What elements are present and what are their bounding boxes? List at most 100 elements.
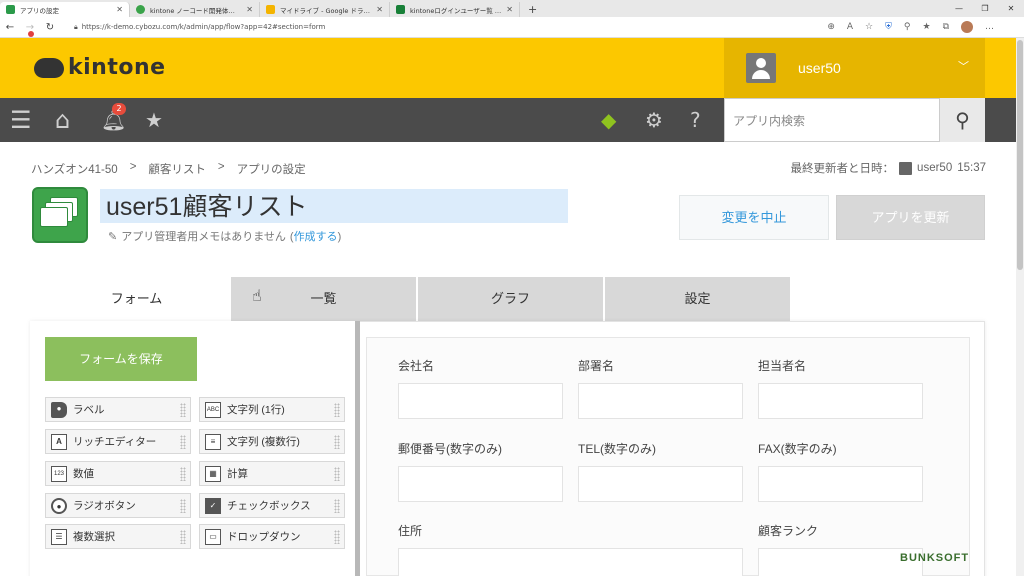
drag-handle-icon[interactable] <box>334 530 340 544</box>
close-tab-icon[interactable]: ✕ <box>376 5 383 14</box>
update-app-button[interactable]: アプリを更新 <box>836 195 985 240</box>
app-icon[interactable] <box>32 187 88 243</box>
field-label-fax: FAX(数字のみ) <box>758 442 837 456</box>
breadcrumb-separator: > <box>217 161 225 173</box>
zip-field[interactable] <box>398 466 563 502</box>
rank-field[interactable] <box>758 548 923 576</box>
user-icon <box>899 161 913 175</box>
hamburger-menu-icon[interactable]: ☰ <box>10 108 32 132</box>
shield-icon[interactable]: ⛨ <box>885 22 892 32</box>
favorite-star-icon[interactable]: ☆ <box>865 22 873 32</box>
field-label-contact: 担当者名 <box>758 359 807 373</box>
create-memo-link[interactable]: 作成する <box>294 231 338 243</box>
google-drive-favicon-icon <box>266 5 275 14</box>
cancel-changes-button[interactable]: 変更を中止 <box>679 195 829 240</box>
field-label-zip: 郵便番号(数字のみ) <box>398 442 502 456</box>
browser-toolbar-icons: ⊕ A ☆ ⛨ ⚲ ★ ⧉ … <box>827 21 994 33</box>
help-icon[interactable]: ? <box>690 108 701 132</box>
google-sheets-favicon-icon <box>396 5 405 14</box>
palette-item-dropdown[interactable]: ▭ ドロップダウン <box>199 524 345 549</box>
zoom-icon[interactable]: ⊕ <box>827 22 835 32</box>
home-icon[interactable]: ⌂ <box>55 108 70 132</box>
tab-settings[interactable]: 設定 <box>605 277 790 321</box>
recording-indicator <box>28 31 34 37</box>
kintone-favicon-icon <box>136 5 145 14</box>
calculator-icon: ▦ <box>205 465 221 482</box>
close-tab-icon[interactable]: ✕ <box>246 5 253 14</box>
browser-tab-google-sheets[interactable]: kintoneログインユーザー覧 - Google ✕ <box>390 2 520 17</box>
gear-icon[interactable]: ⚙ <box>645 108 663 132</box>
drag-handle-icon[interactable] <box>180 530 186 544</box>
kintone-logo[interactable]: kintone <box>34 55 166 80</box>
drag-handle-icon[interactable] <box>334 435 340 449</box>
last-updated-info: 最終更新者と日時： user50 15:37 <box>790 161 986 175</box>
company-field[interactable] <box>398 383 563 419</box>
browser-tab-handson[interactable]: kintone ノーコード開発体験ハンズオン ✕ <box>130 2 260 17</box>
beginner-guide-icon[interactable]: ◆ <box>601 108 616 132</box>
collections-icon[interactable]: ⧉ <box>943 22 949 32</box>
save-form-button[interactable]: フォームを保存 <box>45 337 197 381</box>
tab-graph[interactable]: グラフ <box>418 277 603 321</box>
search-button[interactable]: ⚲ <box>940 98 985 142</box>
field-label-tel: TEL(数字のみ) <box>578 442 657 456</box>
favorites-icon[interactable]: ★ <box>922 22 930 32</box>
field-label-department: 部署名 <box>578 359 615 373</box>
kintone-favicon-icon <box>6 5 15 14</box>
maximize-icon[interactable]: ❐ <box>972 0 998 17</box>
last-updated-user[interactable]: user50 <box>917 162 952 174</box>
drag-handle-icon[interactable] <box>334 467 340 481</box>
menu-dots-icon[interactable]: … <box>985 22 994 32</box>
drag-handle-icon[interactable] <box>180 467 186 481</box>
cloud-logo-icon <box>34 57 64 78</box>
settings-tabs: フォーム 一覧 グラフ 設定 <box>44 277 790 321</box>
tab-form[interactable]: フォーム <box>44 277 229 321</box>
breadcrumb-app[interactable]: 顧客リスト <box>148 161 206 177</box>
read-aloud-icon[interactable]: A <box>847 22 853 32</box>
palette-item-multi-select[interactable]: ☰ 複数選択 <box>45 524 191 549</box>
tel-field[interactable] <box>578 466 743 502</box>
drag-handle-icon[interactable] <box>334 499 340 513</box>
rich-text-icon: A <box>51 433 67 450</box>
new-tab-button[interactable]: + <box>520 2 545 17</box>
page-scrollbar[interactable] <box>1016 38 1024 576</box>
department-field[interactable] <box>578 383 743 419</box>
contact-field[interactable] <box>758 383 923 419</box>
minimize-icon[interactable]: — <box>946 0 972 17</box>
url-field[interactable]: 🔒︎ https://k-demo.cybozu.com/k/admin/app… <box>74 23 325 32</box>
star-icon[interactable]: ★ <box>145 108 163 132</box>
palette-item-number[interactable]: 123 数値 <box>45 461 191 486</box>
field-label-address: 住所 <box>398 524 423 538</box>
palette-item-rich-editor[interactable]: A リッチエディター <box>45 429 191 454</box>
palette-item-label[interactable]: ● ラベル <box>45 397 191 422</box>
browser-tab-google-drive[interactable]: マイドライブ - Google ドライブ ✕ <box>260 2 390 17</box>
palette-item-calc[interactable]: ▦ 計算 <box>199 461 345 486</box>
checkbox-icon: ✓ <box>205 497 221 514</box>
breadcrumb-separator: > <box>129 161 137 173</box>
address-field[interactable] <box>398 548 743 576</box>
drag-handle-icon[interactable] <box>180 499 186 513</box>
scrollbar-thumb[interactable] <box>1017 40 1023 270</box>
palette-item-single-line-text[interactable]: ABC 文字列 (1行) <box>199 397 345 422</box>
palette-item-checkbox[interactable]: ✓ チェックボックス <box>199 493 345 518</box>
address-bar: ← → ↻ 🔒︎ https://k-demo.cybozu.com/k/adm… <box>0 17 1024 38</box>
close-window-icon[interactable]: ✕ <box>998 0 1024 17</box>
drag-handle-icon[interactable] <box>180 403 186 417</box>
app-search-input[interactable]: アプリ内検索 <box>724 98 940 142</box>
fax-field[interactable] <box>758 466 923 502</box>
drag-handle-icon[interactable] <box>334 403 340 417</box>
user-menu[interactable]: user50 ﹀ <box>724 38 985 98</box>
extensions-icon[interactable]: ⚲ <box>904 22 911 32</box>
browser-tab-app-settings[interactable]: アプリの設定 ✕ <box>0 2 130 17</box>
close-tab-icon[interactable]: ✕ <box>116 5 123 14</box>
notification-badge: 2 <box>112 103 126 115</box>
reload-icon[interactable]: ↻ <box>40 22 60 33</box>
back-icon[interactable]: ← <box>0 22 20 33</box>
palette-item-radio[interactable]: ● ラジオボタン <box>45 493 191 518</box>
memo-icon: ✎ <box>108 230 118 243</box>
profile-avatar[interactable] <box>961 21 973 33</box>
close-tab-icon[interactable]: ✕ <box>506 5 513 14</box>
breadcrumb-space[interactable]: ハンズオン41-50 <box>31 161 118 177</box>
palette-item-multi-line-text[interactable]: ≡ 文字列 (複数行) <box>199 429 345 454</box>
app-name[interactable]: user51顧客リスト <box>106 187 307 223</box>
drag-handle-icon[interactable] <box>180 435 186 449</box>
